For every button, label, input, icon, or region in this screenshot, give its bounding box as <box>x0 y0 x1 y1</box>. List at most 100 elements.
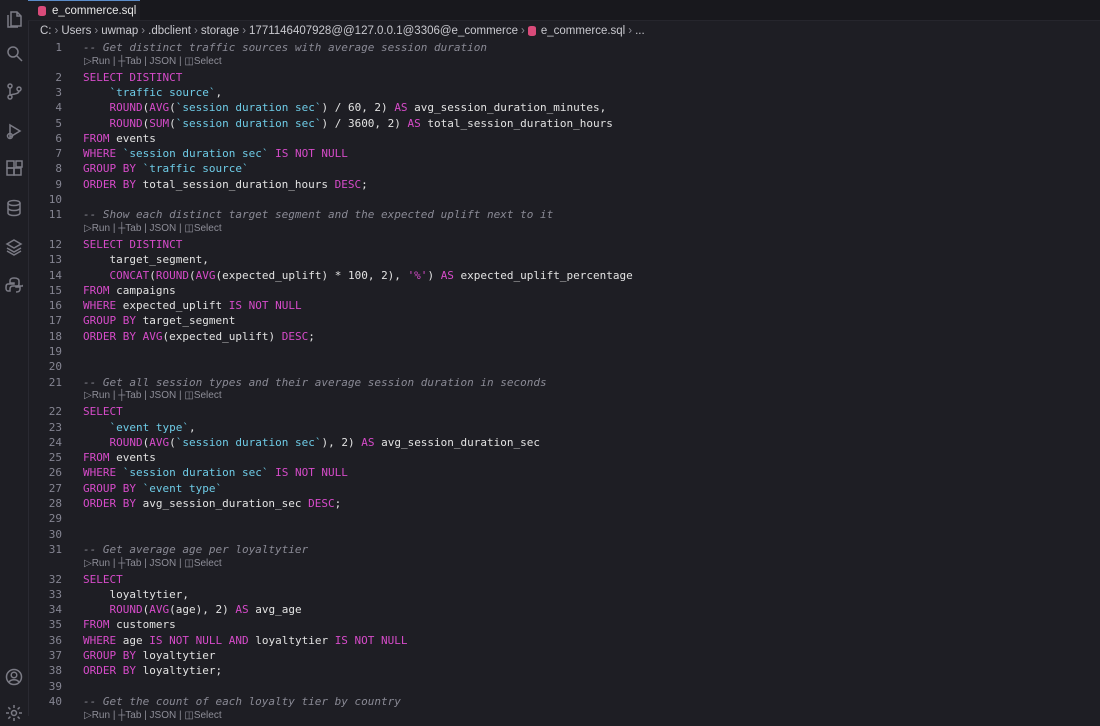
code-token: ) / 60, 2) <box>321 101 395 115</box>
breadcrumb-item[interactable]: ... <box>635 25 645 37</box>
code-line[interactable]: 37 GROUP BY loyaltytier <box>28 648 1100 663</box>
code-line[interactable]: 29 <box>28 511 1100 526</box>
code-line[interactable]: 6 FROM events <box>28 131 1100 146</box>
code-token: loyaltytier; <box>135 664 223 678</box>
line-code: ROUND(AVG(age), 2) AS avg_age <box>83 602 302 617</box>
code-token: AS <box>394 101 408 115</box>
code-line[interactable]: 27 GROUP BY `event type` <box>28 481 1100 496</box>
breadcrumb-item[interactable]: storage <box>201 25 239 37</box>
code-token: CONCAT <box>109 268 150 282</box>
code-line[interactable]: 25 FROM events <box>28 450 1100 465</box>
code-token: avg_session_duration_sec <box>135 497 309 510</box>
line-number: 30 <box>48 527 62 541</box>
code-token: AVG <box>195 268 216 282</box>
account-icon[interactable] <box>0 664 28 690</box>
line-code: ORDER BY AVG(expected_uplift) DESC; <box>83 329 315 344</box>
code-token: avg_session_duration_sec <box>374 435 541 449</box>
code-line[interactable]: 33 loyaltytier, <box>28 587 1100 602</box>
line-number: 10 <box>48 193 62 206</box>
line-number: 25 <box>48 451 62 465</box>
code-line[interactable]: 9 ORDER BY total_session_duration_hours D… <box>28 177 1100 192</box>
files-icon[interactable] <box>0 6 28 32</box>
line-number: 35 <box>48 618 62 632</box>
code-line[interactable]: 21 -- Get all session types and their ave… <box>28 375 1100 390</box>
line-code: `event type`, <box>83 420 196 435</box>
code-line[interactable]: 2 SELECT DISTINCT <box>28 70 1100 85</box>
code-token: ROUND <box>109 435 143 449</box>
code-token: AVG <box>149 435 170 449</box>
search-icon[interactable] <box>0 40 28 66</box>
codelens-actions[interactable]: ▷Run | ┼Tab | JSON | ◫Select <box>84 222 222 236</box>
source-control-icon[interactable] <box>0 78 28 104</box>
code-line[interactable]: 7 WHERE `session duration sec` IS NOT NUL… <box>28 146 1100 161</box>
code-line[interactable]: 4 ROUND(AVG(`session duration sec`) / 60… <box>28 100 1100 115</box>
line-code: SELECT <box>83 572 123 587</box>
line-number: 14 <box>48 268 62 282</box>
code-line[interactable]: 17 GROUP BY target_segment <box>28 313 1100 328</box>
code-line[interactable]: 12 SELECT DISTINCT <box>28 237 1100 252</box>
code-line[interactable]: 40 -- Get the count of each loyalty tier … <box>28 694 1100 709</box>
code-token: , <box>188 420 196 434</box>
breadcrumb-item[interactable]: e_commerce.sql <box>541 25 625 37</box>
code-line[interactable]: 39 <box>28 679 1100 694</box>
settings-icon[interactable] <box>0 700 28 726</box>
code-line[interactable]: 28 ORDER BY avg_session_duration_sec DESC… <box>28 496 1100 511</box>
code-line[interactable]: 22 SELECT <box>28 404 1100 419</box>
code-line[interactable]: 30 <box>28 527 1100 542</box>
code-token: avg_session_duration_minutes, <box>407 101 607 115</box>
code-token: ( <box>169 435 176 449</box>
code-line[interactable]: 16 WHERE expected_uplift IS NOT NULL <box>28 298 1100 313</box>
code-line[interactable]: 26 WHERE `session duration sec` IS NOT NU… <box>28 465 1100 480</box>
code-line[interactable]: 23 `event type`, <box>28 420 1100 435</box>
code-line[interactable]: 18 ORDER BY AVG(expected_uplift) DESC; <box>28 329 1100 344</box>
code-line[interactable]: 14 CONCAT(ROUND(AVG(expected_uplift) * 1… <box>28 268 1100 283</box>
code-token: customers <box>109 618 176 632</box>
code-line[interactable]: 5 ROUND(SUM(`session duration sec`) / 36… <box>28 116 1100 131</box>
breadcrumb-item[interactable]: 1771146407928@@127.0.0.1@3306@e_commerce <box>249 25 518 37</box>
code-token: target_segment, <box>83 253 209 267</box>
breadcrumb-item[interactable]: .dbclient <box>148 25 191 37</box>
line-number: 1 <box>55 41 62 54</box>
layers-icon[interactable] <box>0 234 28 260</box>
code-token: events <box>109 131 156 145</box>
run-debug-icon[interactable] <box>0 118 28 144</box>
code-line[interactable]: 24 ROUND(AVG(`session duration sec`), 2)… <box>28 435 1100 450</box>
code-line[interactable]: 15 FROM campaigns <box>28 283 1100 298</box>
code-line[interactable]: 32 SELECT <box>28 572 1100 587</box>
code-token: FROM <box>83 131 110 145</box>
code-line[interactable]: 34 ROUND(AVG(age), 2) AS avg_age <box>28 602 1100 617</box>
code-line[interactable]: 35 FROM customers <box>28 617 1100 632</box>
codelens-actions[interactable]: ▷Run | ┼Tab | JSON | ◫Select <box>84 389 222 403</box>
code-line[interactable]: 1 -- Get distinct traffic sources with av… <box>28 40 1100 55</box>
editor-tab[interactable]: e_commerce.sql <box>28 0 140 20</box>
code-line[interactable]: 8 GROUP BY `traffic source` <box>28 161 1100 176</box>
code-token: AVG <box>149 603 170 617</box>
codelens-actions[interactable]: ▷Run | ┼Tab | JSON | ◫Select <box>84 557 222 571</box>
code-token: ) / 3600, 2) <box>321 116 408 130</box>
breadcrumb-item[interactable]: C: <box>40 25 52 37</box>
code-line[interactable]: 20 <box>28 359 1100 374</box>
code-token: ( <box>169 101 176 115</box>
code-token: '%' <box>407 268 428 282</box>
code-token: SUM <box>149 116 170 130</box>
breadcrumb-item[interactable]: uwmap <box>101 25 138 37</box>
code-token: GROUP BY <box>83 314 136 328</box>
codelens-actions[interactable]: ▷Run | ┼Tab | JSON | ◫Select <box>84 55 222 69</box>
python-icon[interactable] <box>0 272 28 298</box>
code-line[interactable]: 10 <box>28 192 1100 207</box>
code-line[interactable]: 38 ORDER BY loyaltytier; <box>28 663 1100 678</box>
code-line[interactable]: 11 -- Show each distinct target segment a… <box>28 207 1100 222</box>
code-line[interactable]: 13 target_segment, <box>28 252 1100 267</box>
code-token: -- Get the count of each loyalty tier by… <box>83 694 401 708</box>
extensions-icon[interactable] <box>0 156 28 182</box>
code-line[interactable]: 3 `traffic source`, <box>28 85 1100 100</box>
code-line[interactable]: 31 -- Get average age per loyaltytier <box>28 542 1100 557</box>
database-icon[interactable] <box>0 195 28 221</box>
breadcrumb-separator: › <box>521 24 525 37</box>
code-line[interactable]: 19 <box>28 344 1100 359</box>
code-editor[interactable]: 1 -- Get distinct traffic sources with av… <box>28 40 1100 721</box>
breadcrumb-item[interactable]: Users <box>61 25 91 37</box>
code-line[interactable]: 36 WHERE age IS NOT NULL AND loyaltytier … <box>28 633 1100 648</box>
line-code: -- Get distinct traffic sources with ave… <box>83 40 487 55</box>
